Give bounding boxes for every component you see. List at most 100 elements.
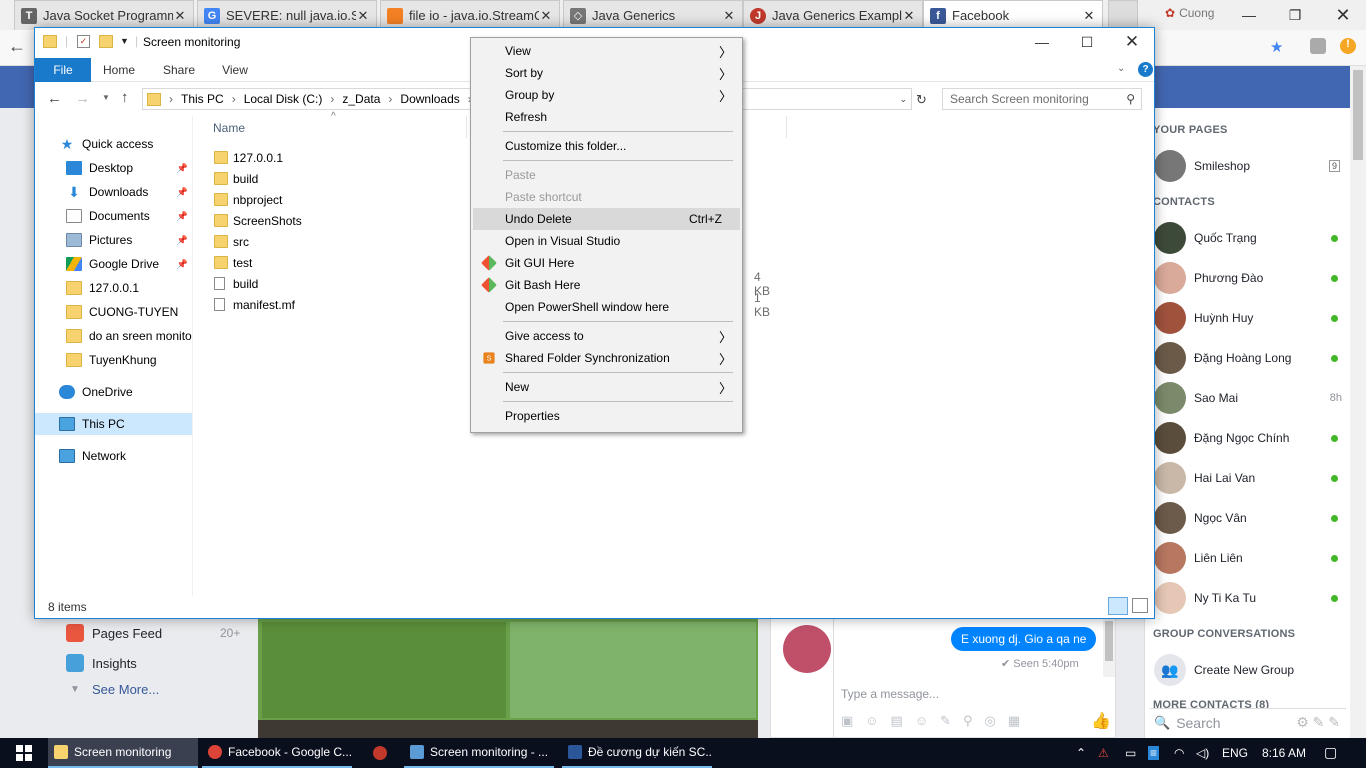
- wifi-icon[interactable]: ◠: [1174, 746, 1184, 760]
- nav-folder-127[interactable]: 127.0.0.1: [35, 277, 192, 299]
- chat-scrollbar[interactable]: [1103, 619, 1115, 677]
- pages-feed-link[interactable]: Pages Feed 20+: [66, 624, 240, 642]
- nav-downloads[interactable]: ⬇ Downloads 📌: [35, 181, 192, 203]
- menu-item-open-visual-studio[interactable]: Open in Visual Studio: [473, 230, 740, 252]
- menu-item-open-powershell[interactable]: Open PowerShell window here: [473, 296, 740, 318]
- help-icon[interactable]: ?: [1138, 62, 1153, 77]
- menu-item-git-bash[interactable]: Git Bash Here: [473, 274, 740, 296]
- contact-item[interactable]: Ny Ti Ka Tu: [1154, 578, 1344, 618]
- tray-chevron-icon[interactable]: ⌃: [1076, 746, 1086, 760]
- nav-folder-cuong-tuyen[interactable]: CUONG-TUYEN: [35, 301, 192, 323]
- chat-search-bar[interactable]: 🔍 Search ⚙ ✎ ✎: [1150, 708, 1346, 736]
- nav-this-pc[interactable]: This PC: [35, 413, 192, 435]
- menu-item-give-access[interactable]: Give access to 〉: [473, 325, 740, 347]
- taskbar-item-explorer[interactable]: Screen monitoring: [48, 738, 198, 768]
- food-photos[interactable]: [258, 618, 758, 738]
- large-icons-view-icon[interactable]: [1132, 598, 1148, 613]
- tray-app-icon[interactable]: ⚠: [1098, 746, 1109, 760]
- pin-icon[interactable]: 📌: [177, 259, 188, 270]
- tab-home[interactable]: Home: [99, 58, 139, 82]
- minimize-button[interactable]: —: [1019, 28, 1065, 56]
- contact-item[interactable]: Đặng Ngọc Chính: [1154, 418, 1344, 458]
- browser-tab[interactable]: G SEVERE: null java.io.Stre ✕: [197, 0, 377, 30]
- create-group-button[interactable]: 👥 Create New Group: [1154, 650, 1344, 690]
- contact-item[interactable]: Phương Đào: [1154, 258, 1344, 298]
- details-view-icon[interactable]: [1108, 597, 1128, 615]
- menu-item-properties[interactable]: Properties: [473, 405, 740, 427]
- nav-quick-access[interactable]: ★ Quick access: [35, 133, 192, 155]
- menu-item-git-gui[interactable]: Git GUI Here: [473, 252, 740, 274]
- contact-item[interactable]: Huỳnh Huy: [1154, 298, 1344, 338]
- new-tab-button[interactable]: [1108, 0, 1138, 30]
- close-tab-icon[interactable]: ✕: [173, 8, 187, 24]
- chrome-close-button[interactable]: ✕: [1320, 0, 1366, 30]
- see-more-link[interactable]: ▼ See More...: [66, 682, 159, 697]
- close-tab-icon[interactable]: ✕: [902, 8, 916, 24]
- pin-icon[interactable]: 📌: [177, 211, 188, 222]
- taskbar-item-word[interactable]: Đề cương dự kiến SC...: [562, 738, 712, 768]
- breadcrumb-z-data[interactable]: z_Data: [342, 92, 380, 106]
- page-scrollbar[interactable]: [1350, 66, 1366, 738]
- close-tab-icon[interactable]: ✕: [539, 8, 553, 24]
- action-center-icon[interactable]: ▢: [1324, 744, 1337, 761]
- browser-tab[interactable]: ◇ Java Generics ✕: [563, 0, 743, 30]
- insights-link[interactable]: Insights: [66, 654, 137, 672]
- pin-icon[interactable]: 📌: [177, 187, 188, 198]
- contact-item[interactable]: Liên Liên: [1154, 538, 1344, 578]
- column-header-name[interactable]: Name: [213, 121, 245, 135]
- nav-google-drive[interactable]: Google Drive 📌: [35, 253, 192, 275]
- browser-tab-active[interactable]: f Facebook ✕: [923, 0, 1103, 30]
- message-input[interactable]: Type a message...: [841, 687, 939, 701]
- pin-icon[interactable]: 📌: [177, 163, 188, 174]
- bookmark-star-icon[interactable]: ★: [1270, 38, 1283, 56]
- maximize-button[interactable]: ☐: [1064, 28, 1110, 56]
- browser-tab[interactable]: J Java Generics Example ✕: [743, 0, 923, 30]
- like-thumb-icon[interactable]: 👍: [1091, 711, 1111, 731]
- search-input[interactable]: Search Screen monitoring ⚲: [942, 88, 1142, 110]
- tab-view[interactable]: View: [215, 58, 255, 82]
- menu-item-customize-folder[interactable]: Customize this folder...: [473, 135, 740, 157]
- menu-item-sort-by[interactable]: Sort by 〉: [473, 62, 740, 84]
- volume-icon[interactable]: ◁): [1196, 746, 1209, 760]
- chrome-restore-button[interactable]: ❐: [1272, 0, 1318, 30]
- nav-documents[interactable]: Documents 📌: [35, 205, 192, 227]
- close-tab-icon[interactable]: ✕: [356, 8, 370, 24]
- chrome-profile[interactable]: ✿ Cuong: [1165, 6, 1214, 20]
- taskbar-item-netbeans[interactable]: Screen monitoring - ...: [404, 738, 554, 768]
- nav-network[interactable]: Network: [35, 445, 192, 467]
- menu-item-group-by[interactable]: Group by 〉: [473, 84, 740, 106]
- tray-blue-app-icon[interactable]: ≡: [1148, 746, 1160, 760]
- contact-item[interactable]: Đặng Hoàng Long: [1154, 338, 1344, 378]
- contact-item[interactable]: Hai Lai Van: [1154, 458, 1344, 498]
- tab-share[interactable]: Share: [159, 58, 199, 82]
- breadcrumb-downloads[interactable]: Downloads: [400, 92, 459, 106]
- photo-row[interactable]: [258, 720, 758, 738]
- nav-desktop[interactable]: Desktop 📌: [35, 157, 192, 179]
- address-dropdown-icon[interactable]: ⌄: [899, 94, 907, 105]
- ribbon-expand-icon[interactable]: ⌄: [1117, 63, 1125, 74]
- menu-item-undo-delete[interactable]: Undo Delete Ctrl+Z: [473, 208, 740, 230]
- back-arrow-icon[interactable]: ←: [8, 36, 26, 57]
- browser-tab[interactable]: file io - java.io.StreamC ✕: [380, 0, 560, 30]
- photo-grilled-meat[interactable]: [262, 622, 506, 718]
- pin-icon[interactable]: 📌: [177, 235, 188, 246]
- menu-item-shared-folder-sync[interactable]: S Shared Folder Synchronization 〉: [473, 347, 740, 369]
- recent-locations-icon[interactable]: ▼: [102, 93, 110, 102]
- chat-settings-icons[interactable]: ⚙ ✎ ✎: [1296, 714, 1340, 731]
- photo-noodles[interactable]: [510, 622, 756, 718]
- menu-item-new[interactable]: New 〉: [473, 376, 740, 398]
- language-indicator[interactable]: ENG: [1222, 746, 1248, 760]
- browser-tab[interactable]: T Java Socket Programmi ✕: [14, 0, 194, 30]
- clock[interactable]: 8:16 AM: [1262, 746, 1306, 760]
- up-arrow-icon[interactable]: ↑: [121, 89, 129, 106]
- close-button[interactable]: ✕: [1109, 28, 1155, 56]
- chrome-alert-icon[interactable]: !: [1340, 38, 1356, 54]
- chrome-minimize-button[interactable]: —: [1226, 0, 1272, 30]
- contact-item[interactable]: Ngọc Vân: [1154, 498, 1344, 538]
- start-button[interactable]: [0, 738, 48, 768]
- breadcrumb-this-pc[interactable]: This PC: [181, 92, 224, 106]
- contact-item[interactable]: Quốc Trạng: [1154, 218, 1344, 258]
- nav-onedrive[interactable]: OneDrive: [35, 381, 192, 403]
- menu-item-refresh[interactable]: Refresh: [473, 106, 740, 128]
- chat-tools-icons[interactable]: ▣☺▤☺✎⚲◎▦: [841, 713, 1032, 729]
